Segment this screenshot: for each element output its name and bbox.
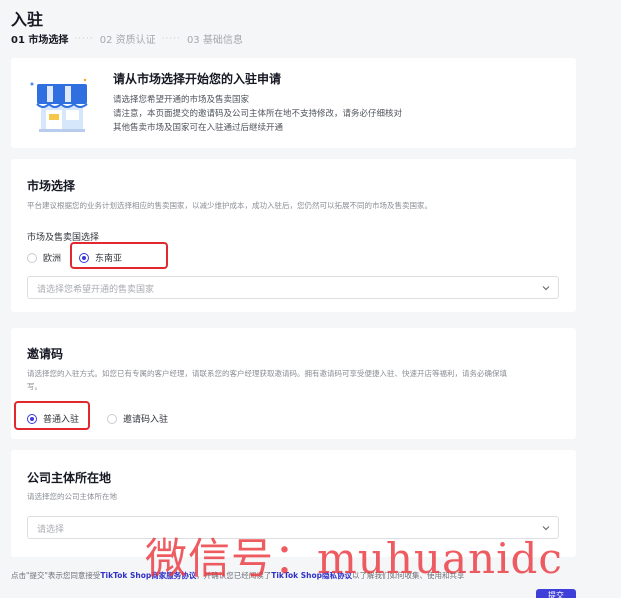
radio-label: 欧洲	[43, 254, 62, 264]
merchant-agreement-link[interactable]: TikTok Shop商家服务协议	[100, 571, 196, 580]
chevron-down-icon	[542, 286, 550, 291]
market-title: 市场选择	[27, 179, 76, 193]
step-separator: ·····	[161, 33, 181, 44]
country-select-placeholder: 请选择您希望开通的售卖国家	[37, 285, 155, 295]
agreement-prefix: 点击"提交"表示您同意接受	[11, 571, 101, 580]
agreement-note: 点击"提交"表示您同意接受TikTok Shop商家服务协议，并确认您已经阅读了…	[11, 570, 465, 581]
step-separator: ·····	[74, 33, 94, 44]
storefront-icon	[30, 78, 88, 132]
market-card: 市场选择 平台建议根据您的业务计划选择相应的售卖国家，以减少维护成本，成功入驻后…	[11, 159, 576, 312]
invite-card: 邀请码 请选择您的入驻方式。如您已有专属的客户经理，请联系您的客户经理获取邀请码…	[11, 328, 576, 439]
intro-title: 请从市场选择开始您的入驻申请	[113, 72, 282, 86]
radio-invite-entry[interactable]: 邀请码入驻	[107, 412, 168, 425]
company-card: 公司主体所在地 请选择您的公司主体所在地 请选择	[11, 450, 576, 557]
country-select[interactable]: 请选择您希望开通的售卖国家	[27, 276, 559, 299]
invite-description: 写。	[27, 382, 42, 391]
step-market: 01 市场选择	[11, 35, 69, 46]
submit-button[interactable]: 提交	[536, 589, 576, 598]
market-description: 平台建议根据您的业务计划选择相应的售卖国家，以减少维护成本，成功入驻后，您仍然可…	[27, 201, 432, 210]
company-select-placeholder: 请选择	[37, 525, 65, 535]
agreement-suffix: 以了解我们如何收集、使用和共享	[352, 571, 465, 580]
step-basic-info: 03 基础信息	[186, 35, 243, 46]
intro-line: 其他售卖市场及国家可在入驻通过后继续开通	[113, 123, 284, 133]
company-select[interactable]: 请选择	[27, 516, 559, 539]
step-qualification: 02 资质认证	[99, 35, 156, 46]
radio-europe[interactable]: 欧洲	[27, 251, 61, 264]
agreement-middle: ，并确认您已经阅读了	[196, 571, 272, 580]
invite-title: 邀请码	[27, 347, 64, 361]
intro-line: 请选择您希望开通的市场及售卖国家	[113, 95, 250, 105]
company-description: 请选择您的公司主体所在地	[27, 492, 117, 501]
invite-description: 请选择您的入驻方式。如您已有专属的客户经理，请联系您的客户经理获取邀请码。拥有邀…	[27, 369, 507, 378]
radio-circle	[107, 413, 117, 424]
company-title: 公司主体所在地	[27, 471, 112, 485]
chevron-down-icon	[542, 526, 550, 531]
highlight-box	[14, 401, 90, 430]
radio-circle	[27, 252, 37, 263]
highlight-box	[70, 242, 168, 269]
radio-label: 邀请码入驻	[123, 415, 169, 425]
intro-line: 请注意，本页面提交的邀请码及公司主体所在地不支持修改，请务必仔细核对	[113, 109, 403, 119]
page-title: 入驻	[11, 10, 44, 29]
step-indicator: 01 市场选择 ····· 02 资质认证 ····· 03 基础信息	[11, 31, 243, 47]
privacy-agreement-link[interactable]: TikTok Shop隐私协议	[271, 571, 352, 580]
intro-card: 请从市场选择开始您的入驻申请 请选择您希望开通的市场及售卖国家 请注意，本页面提…	[11, 58, 576, 148]
